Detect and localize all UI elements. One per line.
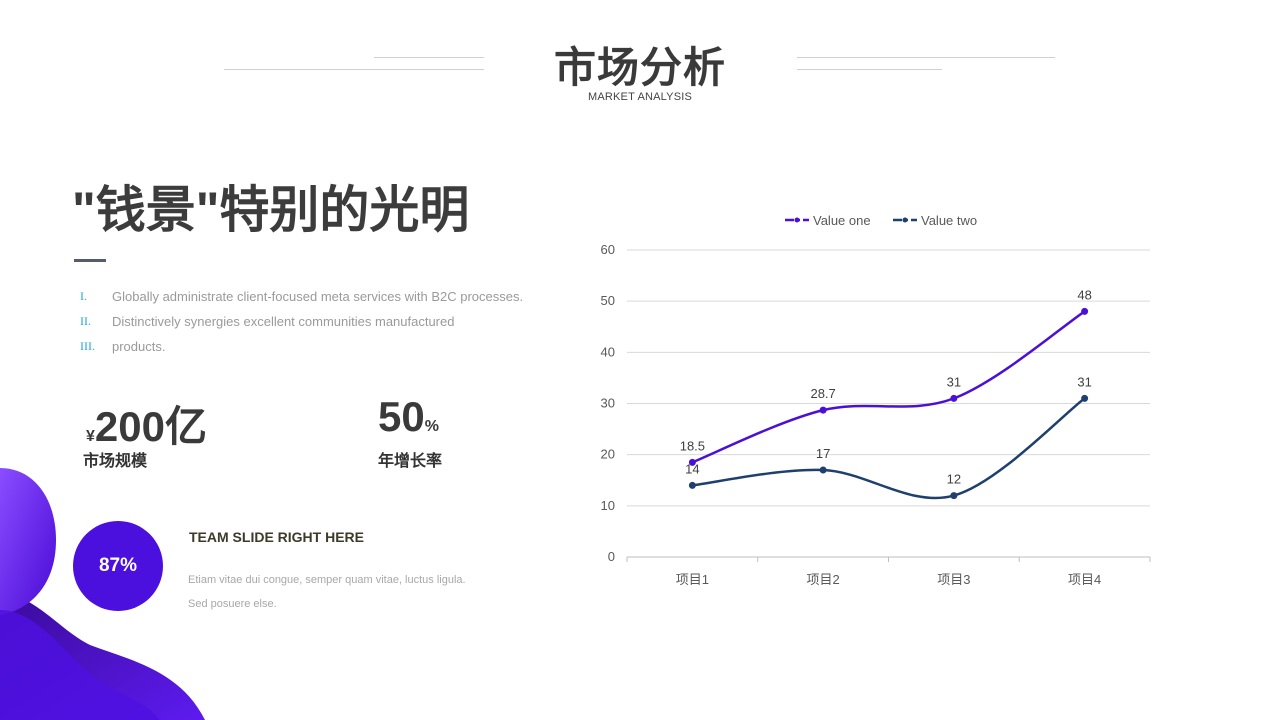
y-tick-label: 20	[601, 447, 615, 462]
currency-symbol: ¥	[86, 428, 95, 445]
list-number: III.	[80, 339, 95, 353]
list-text: products.	[112, 339, 166, 354]
data-label: 31	[1077, 374, 1091, 389]
growth-rate-label: 年增长率	[378, 453, 443, 470]
x-tick-label: 项目1	[676, 572, 709, 587]
data-point	[1081, 394, 1089, 402]
y-tick-label: 40	[601, 344, 615, 359]
y-tick-label: 10	[601, 498, 615, 513]
bullet-list: I. Globally administrate client-focused …	[80, 284, 580, 359]
market-size-value: ¥200亿	[86, 393, 207, 454]
data-label: 18.5	[680, 438, 705, 453]
data-point	[1081, 307, 1089, 315]
team-text: Etiam vitae dui congue, semper quam vita…	[188, 574, 466, 610]
list-item: III. products.	[80, 334, 580, 359]
y-tick-label: 50	[601, 293, 615, 308]
growth-rate-value: 50%	[378, 393, 439, 441]
list-item: I. Globally administrate client-focused …	[80, 284, 580, 309]
growth-rate-number: 50	[378, 393, 425, 440]
page-title: 市场分析	[553, 44, 726, 91]
line-chart: 0 10 20 30 40 50 60 项目1 项目2 项目3 项目4 18.5 28.7 31 48 14 1…	[601, 213, 1151, 587]
y-tick-label: 0	[608, 549, 615, 564]
series-line	[691, 310, 1086, 464]
legend-label: Value two	[921, 213, 977, 228]
data-point	[950, 492, 958, 500]
legend-label: Value one	[813, 213, 871, 228]
list-number: I.	[80, 289, 87, 303]
headline: "钱景"特别的光明	[72, 182, 470, 238]
y-tick-label: 30	[601, 396, 615, 411]
percent-circle: 87%	[73, 521, 163, 611]
x-tick-label: 项目3	[937, 572, 970, 587]
data-label: 17	[816, 446, 830, 461]
list-text: Distinctively synergies excellent commun…	[112, 314, 455, 329]
data-point	[688, 481, 696, 489]
x-tick-label: 项目4	[1068, 572, 1101, 587]
market-size-number: 200亿	[94, 403, 207, 450]
data-label: 28.7	[810, 386, 835, 401]
data-label: 31	[947, 374, 961, 389]
data-label: 12	[947, 472, 961, 487]
percent-value: 87%	[98, 555, 138, 576]
market-size-label: 市场规模	[83, 453, 148, 470]
data-label: 14	[685, 461, 699, 476]
x-tick-label: 项目2	[807, 572, 840, 587]
legend-marker	[794, 217, 800, 223]
data-label: 48	[1077, 287, 1091, 302]
list-text: Globally administrate client-focused met…	[112, 289, 524, 304]
data-point	[819, 406, 827, 414]
y-tick-label: 60	[601, 242, 615, 257]
list-item: II. Distinctively synergies excellent co…	[80, 309, 580, 334]
headline-underline	[74, 259, 106, 262]
team-title: TEAM SLIDE RIGHT HERE	[189, 529, 365, 545]
list-number: II.	[80, 314, 91, 328]
percent-symbol: %	[424, 418, 439, 435]
data-point	[950, 394, 958, 402]
data-point	[819, 466, 827, 474]
series-line	[692, 397, 1086, 500]
page-subtitle: MARKET ANALYSIS	[587, 91, 693, 103]
legend-marker	[902, 217, 908, 223]
